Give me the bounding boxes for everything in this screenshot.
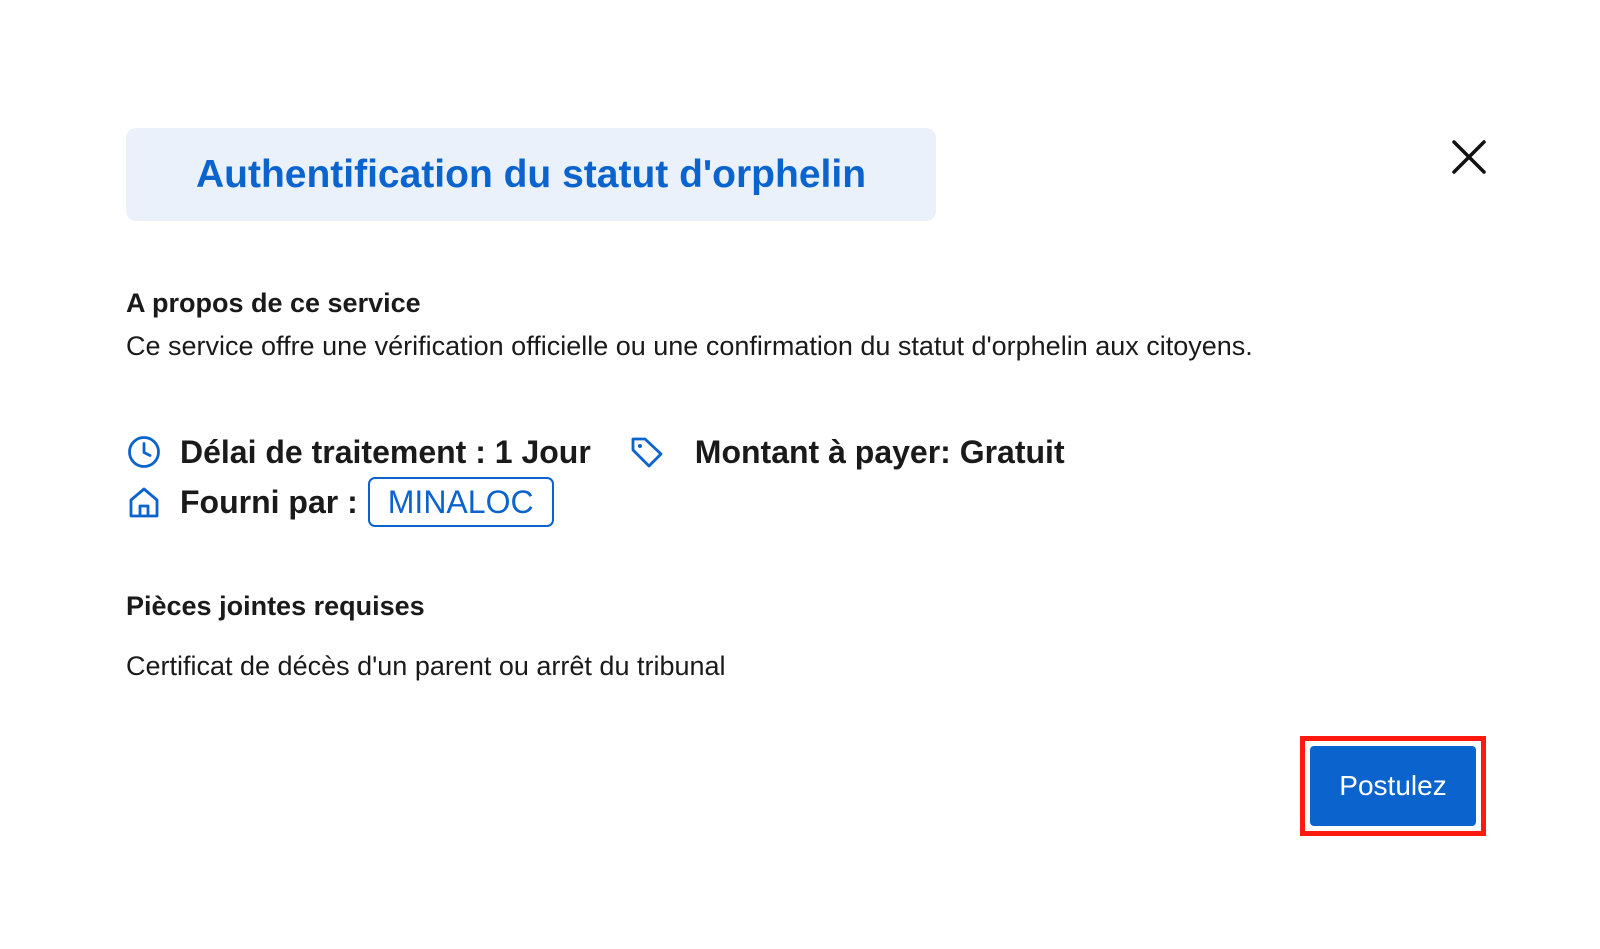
home-icon bbox=[126, 484, 162, 520]
price: Montant à payer: Gratuit bbox=[694, 433, 1065, 470]
attachments-heading: Pièces jointes requises bbox=[126, 591, 425, 621]
provider-badge[interactable]: MINALOC bbox=[367, 477, 554, 527]
about-heading: A propos de ce service bbox=[126, 288, 421, 318]
modal-title: Authentification du statut d'orphelin bbox=[195, 152, 867, 196]
title-banner: Authentification du statut d'orphelin bbox=[126, 128, 936, 221]
clock-icon bbox=[126, 434, 162, 470]
close-icon bbox=[1452, 140, 1486, 174]
apply-button[interactable]: Postulez bbox=[1310, 746, 1476, 826]
info-row-provider: Fourni par : MINALOC bbox=[126, 477, 554, 527]
info-row-processing: Délai de traitement : 1 Jour Montant à p… bbox=[126, 428, 1065, 476]
tag-icon bbox=[629, 434, 665, 470]
attachments-text: Certificat de décès d'un parent ou arrêt… bbox=[126, 651, 726, 681]
close-button[interactable] bbox=[1448, 136, 1490, 178]
apply-button-highlight: Postulez bbox=[1300, 736, 1486, 836]
provider-label: Fourni par : bbox=[180, 483, 358, 520]
processing-time: Délai de traitement : 1 Jour bbox=[180, 433, 591, 470]
service-modal: Authentification du statut d'orphelin A … bbox=[0, 0, 1600, 949]
about-description: Ce service offre une vérification offici… bbox=[126, 331, 1253, 361]
